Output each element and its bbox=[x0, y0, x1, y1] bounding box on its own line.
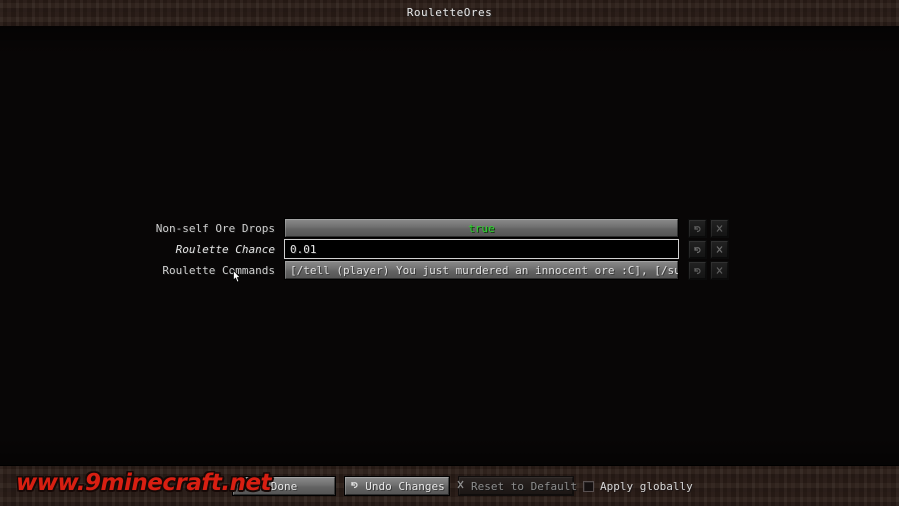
row-actions-roulette-commands bbox=[688, 260, 729, 280]
reset-to-default-button[interactable]: Reset to Default bbox=[455, 476, 577, 496]
undo-changes-button[interactable]: Undo Changes bbox=[344, 476, 450, 496]
config-widget-roulette-commands: [/tell (player) You just murdered an inn… bbox=[284, 260, 679, 280]
config-label-roulette-chance: Roulette Chance bbox=[175, 242, 275, 256]
minecraft-config-screen: RouletteOres Non-self Ore Drops true Rou… bbox=[0, 0, 899, 506]
undo-arrow-icon[interactable] bbox=[688, 260, 707, 280]
undo-arrow-icon[interactable] bbox=[688, 239, 707, 259]
undo-changes-label: Undo Changes bbox=[365, 479, 445, 493]
config-label-roulette-commands: Roulette Commands bbox=[162, 263, 275, 277]
apply-globally-checkbox-row[interactable]: Apply globally bbox=[583, 476, 693, 496]
site-watermark: www.9minecraft.net bbox=[16, 470, 272, 496]
reset-cross-icon[interactable] bbox=[710, 218, 729, 238]
reset-cross-icon[interactable] bbox=[710, 260, 729, 280]
reset-cross-icon bbox=[455, 479, 466, 493]
reset-cross-icon[interactable] bbox=[710, 239, 729, 259]
config-widget-non-self-ore-drops: true bbox=[284, 218, 679, 238]
undo-arrow-icon bbox=[349, 479, 360, 493]
config-row-non-self-ore-drops: Non-self Ore Drops true bbox=[0, 218, 899, 238]
apply-globally-checkbox[interactable] bbox=[583, 480, 594, 492]
row-actions-roulette-chance bbox=[688, 239, 729, 259]
undo-arrow-icon[interactable] bbox=[688, 218, 707, 238]
roulette-commands-button[interactable]: [/tell (player) You just murdered an inn… bbox=[284, 260, 679, 280]
roulette-chance-input[interactable]: 0.01 bbox=[284, 239, 679, 259]
row-actions-non-self-ore-drops bbox=[688, 218, 729, 238]
done-button-label: Done bbox=[270, 479, 298, 493]
config-row-roulette-chance: Roulette Chance 0.01 bbox=[0, 239, 899, 259]
config-widget-roulette-chance: 0.01 bbox=[284, 239, 679, 259]
page-title: RouletteOres bbox=[406, 6, 493, 19]
config-label-non-self-ore-drops: Non-self Ore Drops bbox=[155, 221, 275, 235]
apply-globally-label: Apply globally bbox=[600, 479, 693, 493]
reset-to-default-label: Reset to Default bbox=[471, 479, 577, 493]
boolean-toggle-non-self-ore-drops[interactable]: true bbox=[284, 218, 679, 238]
config-row-roulette-commands: Roulette Commands [/tell (player) You ju… bbox=[0, 260, 899, 280]
